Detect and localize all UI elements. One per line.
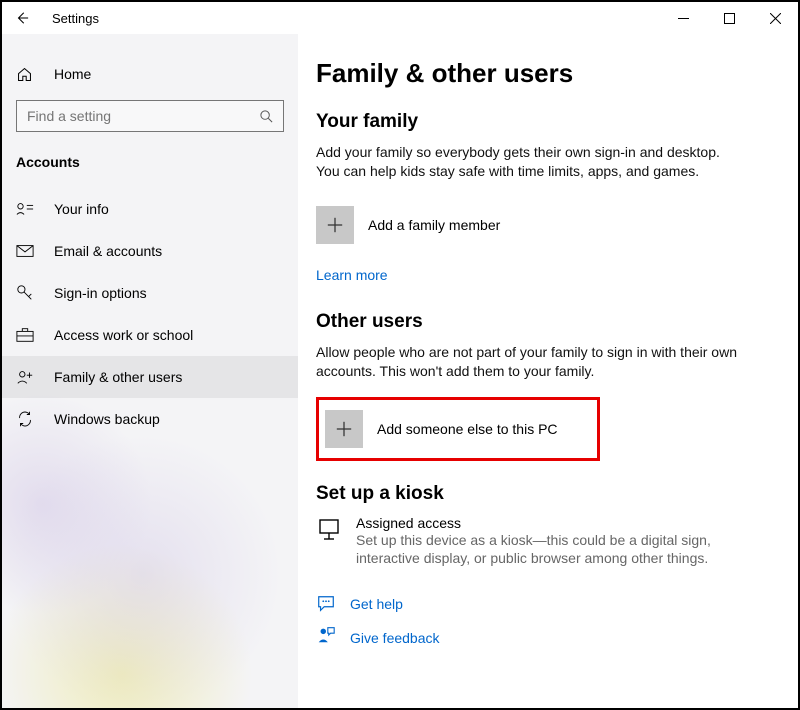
sidebar-item-signin-options[interactable]: Sign-in options — [2, 272, 298, 314]
plus-icon — [316, 206, 354, 244]
window-minimize-button[interactable] — [660, 2, 706, 34]
window-title: Settings — [52, 11, 99, 26]
add-family-member-label: Add a family member — [368, 217, 500, 233]
add-someone-else-button[interactable]: Add someone else to this PC — [325, 401, 595, 457]
search-icon — [257, 109, 275, 124]
sidebar-item-family-other-users[interactable]: Family & other users — [2, 356, 298, 398]
search-field[interactable] — [25, 107, 257, 125]
sidebar-section-label: Accounts — [2, 132, 298, 176]
kiosk-heading: Set up a kiosk — [316, 483, 772, 505]
titlebar: Settings — [2, 2, 798, 34]
sidebar-item-access-work-school[interactable]: Access work or school — [2, 314, 298, 356]
assigned-access-title: Assigned access — [356, 515, 756, 531]
page-title: Family & other users — [316, 58, 772, 89]
assigned-access-button[interactable]: Assigned access Set up this device as a … — [316, 515, 772, 569]
sidebar-item-label: Email & accounts — [54, 243, 162, 259]
feedback-person-icon — [316, 625, 350, 645]
sidebar: Home Accounts Your info Em — [2, 34, 298, 708]
home-icon — [16, 66, 36, 83]
learn-more-link[interactable]: Learn more — [316, 267, 388, 283]
sidebar-item-your-info[interactable]: Your info — [2, 188, 298, 230]
highlight-annotation: Add someone else to this PC — [316, 397, 600, 461]
window-close-button[interactable] — [752, 2, 798, 34]
sidebar-item-label: Family & other users — [54, 369, 182, 385]
back-button[interactable] — [10, 11, 34, 25]
give-feedback-link[interactable]: Give feedback — [350, 630, 440, 646]
sidebar-item-windows-backup[interactable]: Windows backup — [2, 398, 298, 440]
family-heading: Your family — [316, 111, 772, 133]
sidebar-item-label: Access work or school — [54, 327, 193, 343]
plus-icon — [325, 410, 363, 448]
sidebar-item-email-accounts[interactable]: Email & accounts — [2, 230, 298, 272]
briefcase-icon — [16, 327, 36, 343]
people-icon — [16, 369, 36, 385]
monitor-icon — [316, 515, 356, 569]
key-icon — [16, 284, 36, 302]
help-chat-icon — [316, 594, 350, 614]
add-someone-else-label: Add someone else to this PC — [377, 421, 558, 437]
main-content: Family & other users Your family Add you… — [298, 34, 798, 708]
get-help-link[interactable]: Get help — [350, 596, 403, 612]
window-maximize-button[interactable] — [706, 2, 752, 34]
sync-icon — [16, 410, 36, 428]
assigned-access-desc: Set up this device as a kiosk—this could… — [356, 531, 756, 569]
search-input[interactable] — [16, 100, 284, 132]
person-card-icon — [16, 201, 36, 217]
add-family-member-button[interactable]: Add a family member — [316, 197, 586, 253]
other-users-body: Allow people who are not part of your fa… — [316, 343, 746, 381]
sidebar-item-label: Sign-in options — [54, 285, 147, 301]
mail-icon — [16, 244, 36, 258]
sidebar-item-label: Your info — [54, 201, 109, 217]
sidebar-item-label: Windows backup — [54, 411, 160, 427]
sidebar-home[interactable]: Home — [2, 56, 298, 92]
family-body: Add your family so everybody gets their … — [316, 143, 746, 181]
sidebar-home-label: Home — [54, 66, 91, 82]
other-users-heading: Other users — [316, 311, 772, 333]
